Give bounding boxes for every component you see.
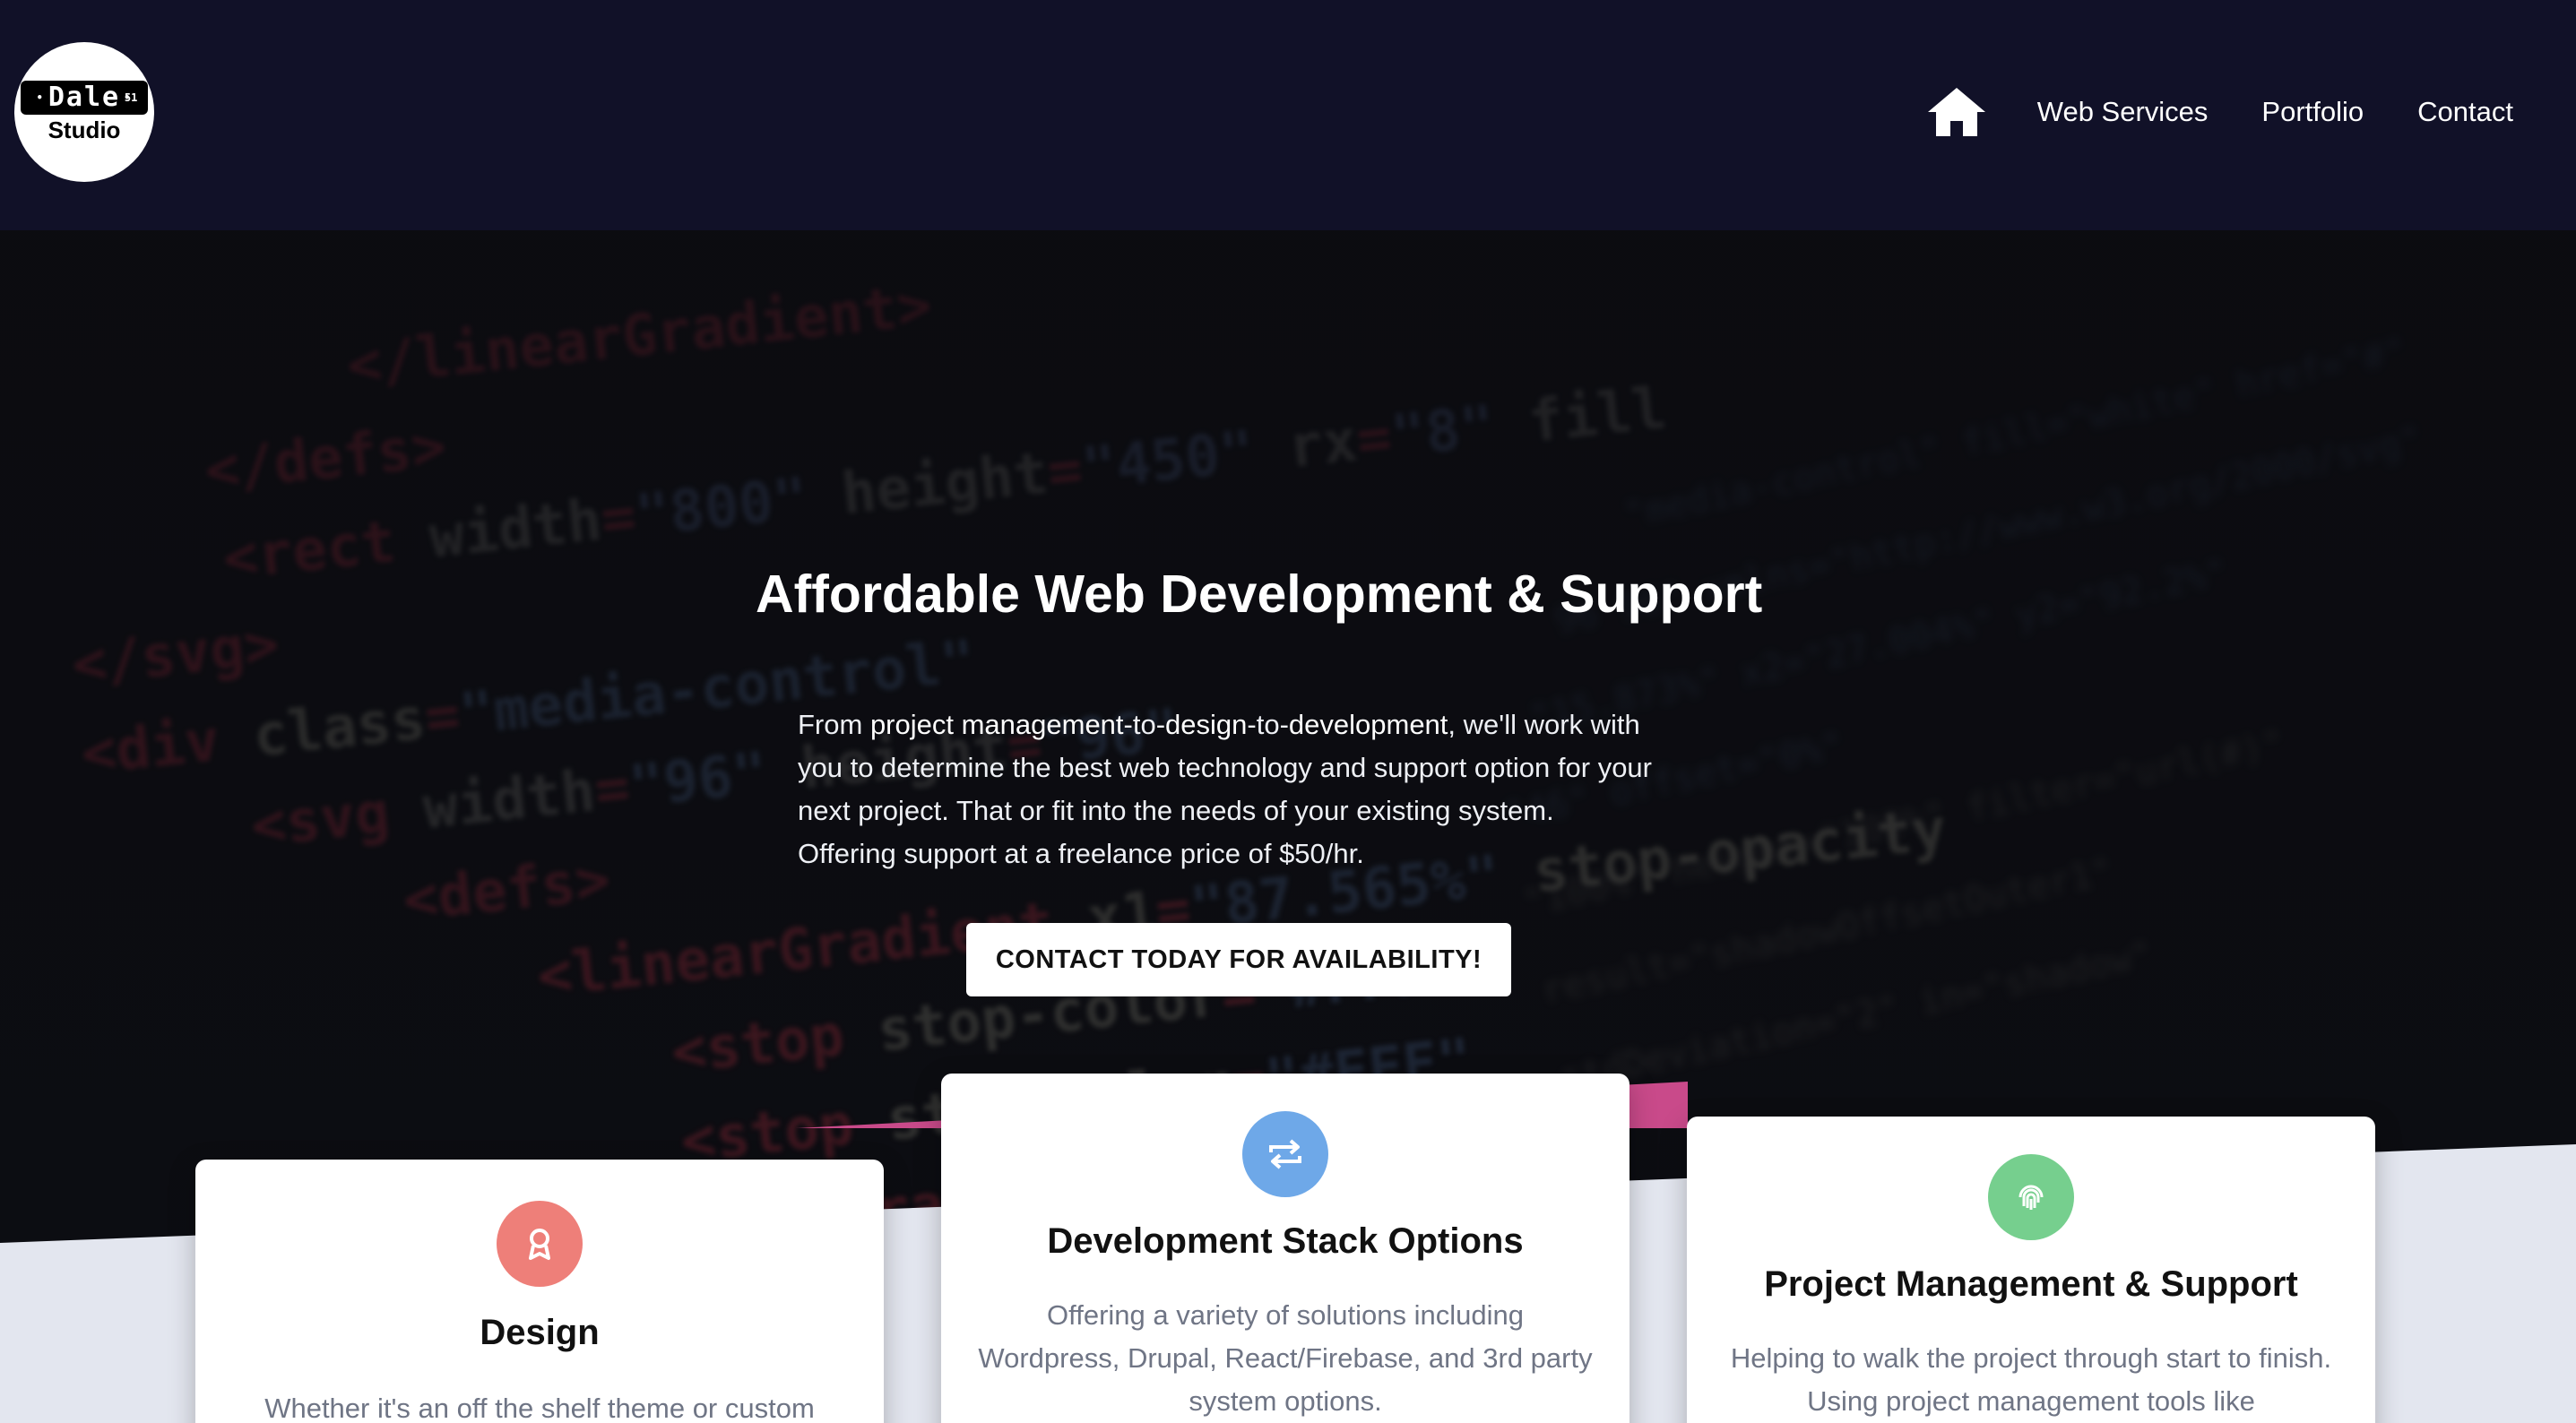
desc-from: From: [798, 709, 870, 740]
hero-section: </linearGradient> </defs> <rect width="8…: [0, 230, 2576, 1423]
nav-web-services[interactable]: Web Services: [2037, 96, 2209, 128]
award-icon: [497, 1201, 583, 1287]
card-title: Design: [480, 1313, 600, 1352]
fingerprint-icon: [1988, 1154, 2074, 1240]
hero-description: From project management-to-design-to-dev…: [798, 703, 1658, 875]
desc-sep2: -to-: [1247, 709, 1289, 740]
hero-title: Affordable Web Development & Support: [756, 565, 1763, 624]
contact-cta-button[interactable]: CONTACT TODAY FOR AVAILABILITY!: [966, 923, 1511, 996]
desc-design: design: [1165, 709, 1248, 740]
logo-line2: Studio: [48, 116, 121, 144]
desc-development: development: [1288, 709, 1448, 740]
card-title: Project Management & Support: [1764, 1264, 2298, 1304]
logo-superscript: 51: [124, 91, 138, 104]
nav-portfolio[interactable]: Portfolio: [2261, 96, 2364, 128]
desc-sep1: -to-: [1123, 709, 1166, 740]
card-text: Helping to walk the project through star…: [1730, 1342, 2332, 1417]
desc-project-management: project management: [869, 709, 1124, 740]
dale-studio-logo[interactable]: • Dale • 51 Studio: [14, 42, 154, 182]
card-title: Development Stack Options: [1047, 1221, 1524, 1261]
card-text: Offering a variety of solutions includin…: [978, 1299, 1593, 1417]
logo-line1: Dale: [48, 81, 121, 113]
logo-wordmark-top: • Dale • 51: [20, 80, 149, 116]
service-card-project-management: Project Management & Support Helping to …: [1687, 1117, 2375, 1423]
main-nav: Web Services Portfolio Contact: [1926, 85, 2513, 139]
site-header: • Dale • 51 Studio Web Services Portfolio …: [0, 0, 2576, 230]
repeat-icon: [1242, 1111, 1328, 1197]
home-icon[interactable]: [1926, 85, 1987, 139]
nav-contact[interactable]: Contact: [2417, 96, 2513, 128]
service-card-development: Development Stack Options Offering a var…: [941, 1074, 1629, 1423]
service-card-design: Design Whether it's an off the shelf the…: [195, 1160, 884, 1423]
card-text: Whether it's an off the shelf theme or c…: [264, 1393, 815, 1423]
